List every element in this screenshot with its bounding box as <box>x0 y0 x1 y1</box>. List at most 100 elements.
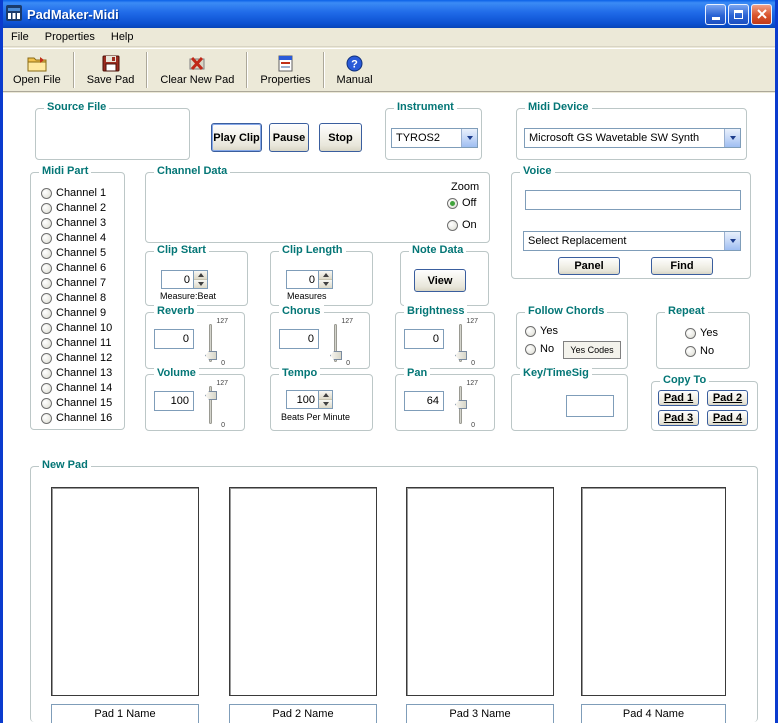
voice-field[interactable] <box>525 190 741 210</box>
pad-4-display[interactable] <box>581 487 726 696</box>
pan-slider[interactable]: 127 0 <box>452 380 478 429</box>
key-timesig-field[interactable] <box>566 395 614 417</box>
brightness-field[interactable] <box>404 329 444 349</box>
slider-thumb[interactable] <box>205 391 217 400</box>
group-title: Key/TimeSig <box>520 367 592 380</box>
copy-to-pad-1-button[interactable]: Pad 1 <box>658 390 699 406</box>
clip-length-spinner[interactable] <box>286 270 333 289</box>
midi-device-select[interactable]: Microsoft GS Wavetable SW Synth <box>524 128 741 148</box>
channel-10-radio[interactable]: Channel 10 <box>41 322 112 334</box>
clear-new-pad-button[interactable]: Clear New Pad <box>151 50 243 90</box>
chorus-slider[interactable]: 127 0 <box>327 318 353 367</box>
group-copy-to: Copy To Pad 1 Pad 2 Pad 3 Pad 4 <box>651 374 758 431</box>
reverb-field[interactable] <box>154 329 194 349</box>
zoom-off-radio[interactable]: Off <box>447 197 476 209</box>
pad-4-name-field[interactable] <box>581 704 726 723</box>
open-file-label: Open File <box>13 73 61 86</box>
channel-3-radio[interactable]: Channel 3 <box>41 217 106 229</box>
pause-button[interactable]: Pause <box>269 123 309 152</box>
clip-start-value[interactable] <box>161 270 193 289</box>
chevron-down-icon[interactable] <box>461 129 477 147</box>
group-follow-chords: Follow Chords Yes No Yes Codes <box>516 305 628 369</box>
slider-max-label: 127 <box>216 318 228 325</box>
instrument-select[interactable]: TYROS2 <box>391 128 478 148</box>
chorus-field[interactable] <box>279 329 319 349</box>
pad-1-display[interactable] <box>51 487 199 696</box>
menu-help[interactable]: Help <box>103 29 142 45</box>
channel-7-radio[interactable]: Channel 7 <box>41 277 106 289</box>
tempo-spinner[interactable] <box>286 390 333 409</box>
pan-field[interactable] <box>404 391 444 411</box>
replacement-select[interactable]: Select Replacement <box>523 231 741 251</box>
copy-to-pad-4-button[interactable]: Pad 4 <box>707 410 748 426</box>
pad-3-display[interactable] <box>406 487 554 696</box>
channel-16-radio[interactable]: Channel 16 <box>41 412 112 424</box>
pad-2-display[interactable] <box>229 487 377 696</box>
spin-down-icon[interactable] <box>194 280 207 288</box>
tempo-value[interactable] <box>286 390 318 409</box>
channel-13-radio[interactable]: Channel 13 <box>41 367 112 379</box>
repeat-yes-radio[interactable]: Yes <box>685 327 718 339</box>
yes-codes-button[interactable]: Yes Codes <box>563 341 621 359</box>
pad-3-name-field[interactable] <box>406 704 554 723</box>
channel-4-radio[interactable]: Channel 4 <box>41 232 106 244</box>
channel-9-radio[interactable]: Channel 9 <box>41 307 106 319</box>
title-bar[interactable]: PadMaker-Midi <box>0 0 778 28</box>
channel-6-radio[interactable]: Channel 6 <box>41 262 106 274</box>
find-button[interactable]: Find <box>651 257 713 275</box>
slider-thumb[interactable] <box>455 400 467 409</box>
brightness-slider[interactable]: 127 0 <box>452 318 478 367</box>
channel-12-radio[interactable]: Channel 12 <box>41 352 112 364</box>
close-button[interactable] <box>751 3 772 25</box>
spin-up-icon[interactable] <box>194 271 207 280</box>
channel-5-radio[interactable]: Channel 5 <box>41 247 106 259</box>
maximize-button[interactable] <box>728 3 749 25</box>
zoom-on-radio[interactable]: On <box>447 219 477 231</box>
spin-down-icon[interactable] <box>319 280 332 288</box>
follow-chords-no-radio[interactable]: No <box>525 343 554 355</box>
minimize-button[interactable] <box>705 3 726 25</box>
view-button[interactable]: View <box>414 269 466 292</box>
slider-thumb[interactable] <box>205 351 217 360</box>
clip-start-spinner[interactable] <box>161 270 208 289</box>
radio-icon <box>41 412 52 424</box>
manual-button[interactable]: ? Manual <box>328 50 382 90</box>
channel-15-radio[interactable]: Channel 15 <box>41 397 112 409</box>
repeat-no-radio[interactable]: No <box>685 345 714 357</box>
menu-properties[interactable]: Properties <box>37 29 103 45</box>
channel-14-radio[interactable]: Channel 14 <box>41 382 112 394</box>
slider-thumb[interactable] <box>330 351 342 360</box>
play-clip-button[interactable]: Play Clip <box>211 123 262 152</box>
slider-max-label: 127 <box>216 380 228 387</box>
reverb-slider[interactable]: 127 0 <box>202 318 228 367</box>
save-pad-button[interactable]: Save Pad <box>78 50 144 90</box>
open-file-button[interactable]: Open File <box>4 50 70 90</box>
copy-to-pad-3-button[interactable]: Pad 3 <box>658 410 699 426</box>
panel-button[interactable]: Panel <box>558 257 620 275</box>
chevron-down-icon[interactable] <box>724 129 740 147</box>
clip-length-value[interactable] <box>286 270 318 289</box>
spin-up-icon[interactable] <box>319 271 332 280</box>
pad-2-name-field[interactable] <box>229 704 377 723</box>
group-title: Copy To <box>660 374 710 387</box>
group-clip-start: Clip Start Measure:Beat <box>145 244 248 306</box>
menu-file[interactable]: File <box>3 29 37 45</box>
group-title: Note Data <box>409 244 467 257</box>
pad-1-name-field[interactable] <box>51 704 199 723</box>
slider-thumb[interactable] <box>455 351 467 360</box>
group-key-timesig: Key/TimeSig <box>511 367 628 431</box>
chevron-down-icon[interactable] <box>724 232 740 250</box>
channel-11-radio[interactable]: Channel 11 <box>41 337 111 349</box>
volume-field[interactable] <box>154 391 194 411</box>
properties-button[interactable]: Properties <box>251 50 319 90</box>
spin-up-icon[interactable] <box>319 391 332 400</box>
channel-1-radio[interactable]: Channel 1 <box>41 187 106 199</box>
stop-button[interactable]: Stop <box>319 123 362 152</box>
channel-8-radio[interactable]: Channel 8 <box>41 292 106 304</box>
spin-down-icon[interactable] <box>319 400 332 408</box>
follow-chords-yes-radio[interactable]: Yes <box>525 325 558 337</box>
toolbar-separator <box>146 52 149 88</box>
channel-2-radio[interactable]: Channel 2 <box>41 202 106 214</box>
volume-slider[interactable]: 127 0 <box>202 380 228 429</box>
copy-to-pad-2-button[interactable]: Pad 2 <box>707 390 748 406</box>
